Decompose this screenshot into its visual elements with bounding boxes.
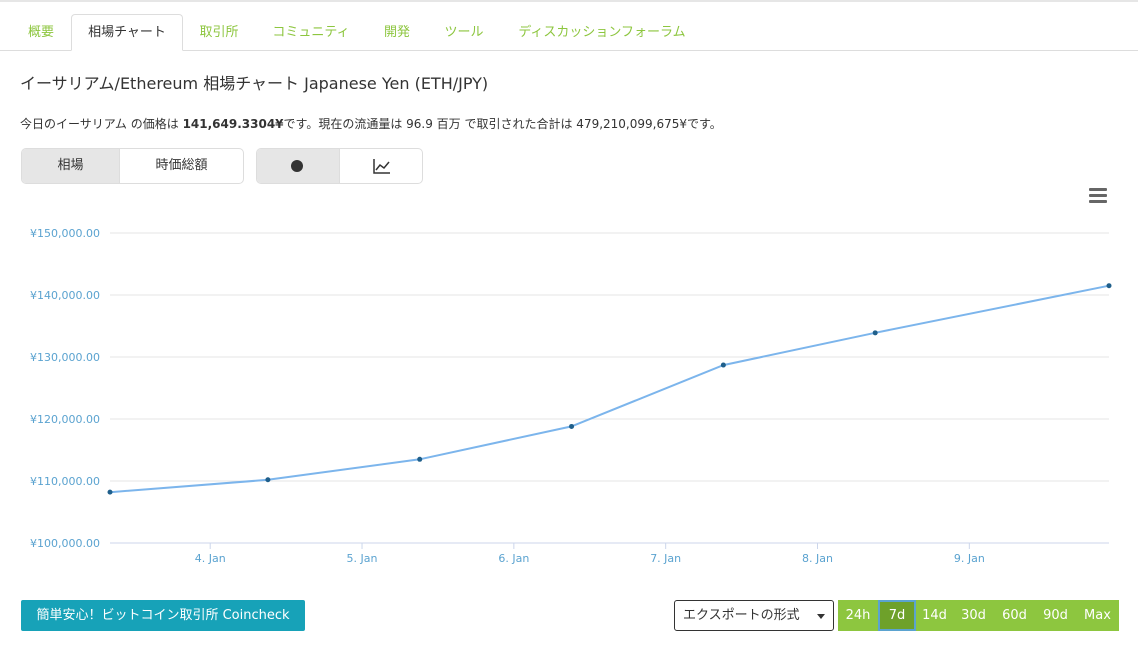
y-tick-label: ¥150,000.00 <box>30 227 100 240</box>
toggle-line-style[interactable] <box>339 149 422 183</box>
y-tick-label: ¥120,000.00 <box>30 413 100 426</box>
toggle-dot-style[interactable] <box>257 149 339 183</box>
description-part1: 今日のイーサリアム の価格は <box>20 117 183 131</box>
coincheck-promo-button[interactable]: 簡単安心！ビットコイン取引所 Coincheck <box>21 600 305 631</box>
x-tick-label: 6. Jan <box>498 552 529 565</box>
y-tick-label: ¥140,000.00 <box>30 289 100 302</box>
x-tick-label: 7. Jan <box>650 552 681 565</box>
tab-price-chart[interactable]: 相場チャート <box>71 14 183 51</box>
tab-bar: 概要 相場チャート 取引所 コミュニティ 開発 ツール ディスカッションフォーラ… <box>0 14 1138 51</box>
data-point <box>872 330 878 336</box>
top-border <box>0 0 1138 2</box>
time-range-group: 24h 7d 14d 30d 60d 90d Max <box>838 600 1119 631</box>
tab-overview[interactable]: 概要 <box>20 14 62 51</box>
y-tick-label: ¥110,000.00 <box>30 475 100 488</box>
description-part2: です。現在の流通量は 96.9 百万 で取引された合計は 479,210,099… <box>283 117 722 131</box>
tab-community[interactable]: コミュニティ <box>262 14 360 51</box>
range-7d-button[interactable]: 7d <box>878 600 916 631</box>
caret-down-icon <box>817 614 825 619</box>
toggle-price[interactable]: 相場 <box>22 149 119 183</box>
circle-icon <box>291 160 303 172</box>
data-point <box>107 489 113 495</box>
export-format-dropdown[interactable]: エクスポートの形式 <box>674 600 834 631</box>
tab-development[interactable]: 開発 <box>376 14 418 51</box>
series-line <box>109 284 1110 494</box>
toggle-market-cap[interactable]: 時価総額 <box>119 149 243 183</box>
line-chart-icon <box>373 159 390 174</box>
data-point <box>569 423 575 429</box>
range-30d-button[interactable]: 30d <box>953 600 994 631</box>
export-label: エクスポートの形式 <box>683 608 800 623</box>
price-description: 今日のイーサリアム の価格は 141,649.3304¥です。現在の流通量は 9… <box>20 115 722 132</box>
metric-toggle-group: 相場 時価総額 <box>21 148 244 184</box>
price-chart: ¥100,000.00 ¥110,000.00 ¥120,000.00 ¥130,00… <box>30 227 1112 565</box>
range-max-button[interactable]: Max <box>1076 600 1119 631</box>
range-24h-button[interactable]: 24h <box>838 600 878 631</box>
tab-discussion-forum[interactable]: ディスカッションフォーラム <box>508 14 696 51</box>
tab-tools[interactable]: ツール <box>436 14 492 51</box>
x-tick-label: 9. Jan <box>954 552 985 565</box>
y-tick-label: ¥100,000.00 <box>30 537 100 550</box>
range-14d-button[interactable]: 14d <box>916 600 953 631</box>
data-point <box>417 456 423 462</box>
current-price: 141,649.3304¥ <box>182 117 284 131</box>
chart-style-toggle-group <box>256 148 423 184</box>
range-90d-button[interactable]: 90d <box>1035 600 1076 631</box>
x-tick-label: 4. Jan <box>195 552 226 565</box>
x-tick-label: 5. Jan <box>347 552 378 565</box>
range-60d-button[interactable]: 60d <box>994 600 1035 631</box>
data-point <box>720 362 726 368</box>
tab-exchanges[interactable]: 取引所 <box>193 14 245 51</box>
y-tick-label: ¥130,000.00 <box>30 351 100 364</box>
data-point <box>265 477 271 483</box>
page-title: イーサリアム/Ethereum 相場チャート Japanese Yen (ETH… <box>20 74 489 93</box>
data-point <box>1106 283 1112 289</box>
x-tick-label: 8. Jan <box>802 552 833 565</box>
